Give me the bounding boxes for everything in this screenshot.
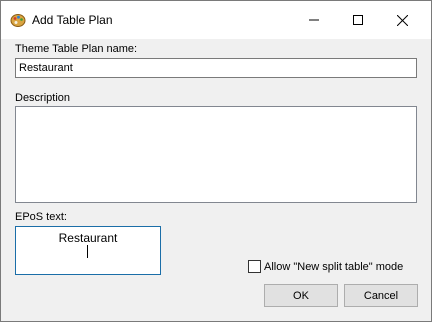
epos-text-input[interactable]: Restaurant (15, 226, 161, 275)
title-bar: Add Table Plan (1, 1, 431, 39)
add-table-plan-dialog: Add Table Plan Theme Table Plan name: Re… (0, 0, 432, 322)
window-title: Add Table Plan (32, 13, 113, 27)
text-caret (87, 245, 88, 258)
description-input[interactable] (15, 106, 417, 203)
split-table-label: Allow "New split table" mode (264, 260, 404, 273)
split-table-option[interactable]: Allow "New split table" mode (248, 260, 403, 273)
close-button[interactable] (379, 1, 425, 39)
minimize-icon (309, 19, 319, 21)
name-label: Theme Table Plan name: (15, 43, 138, 55)
maximize-icon (353, 15, 363, 25)
maximize-button[interactable] (335, 1, 381, 39)
ok-button[interactable]: OK (264, 284, 338, 307)
close-icon (396, 14, 408, 26)
palette-icon (10, 12, 26, 28)
epos-label: EPoS text: (15, 211, 67, 223)
minimize-button[interactable] (291, 1, 337, 39)
description-label: Description (15, 92, 71, 104)
name-input[interactable]: Restaurant (15, 58, 417, 78)
cancel-button[interactable]: Cancel (344, 284, 418, 307)
epos-text-value: Restaurant (58, 231, 118, 245)
split-table-checkbox[interactable] (248, 260, 261, 273)
